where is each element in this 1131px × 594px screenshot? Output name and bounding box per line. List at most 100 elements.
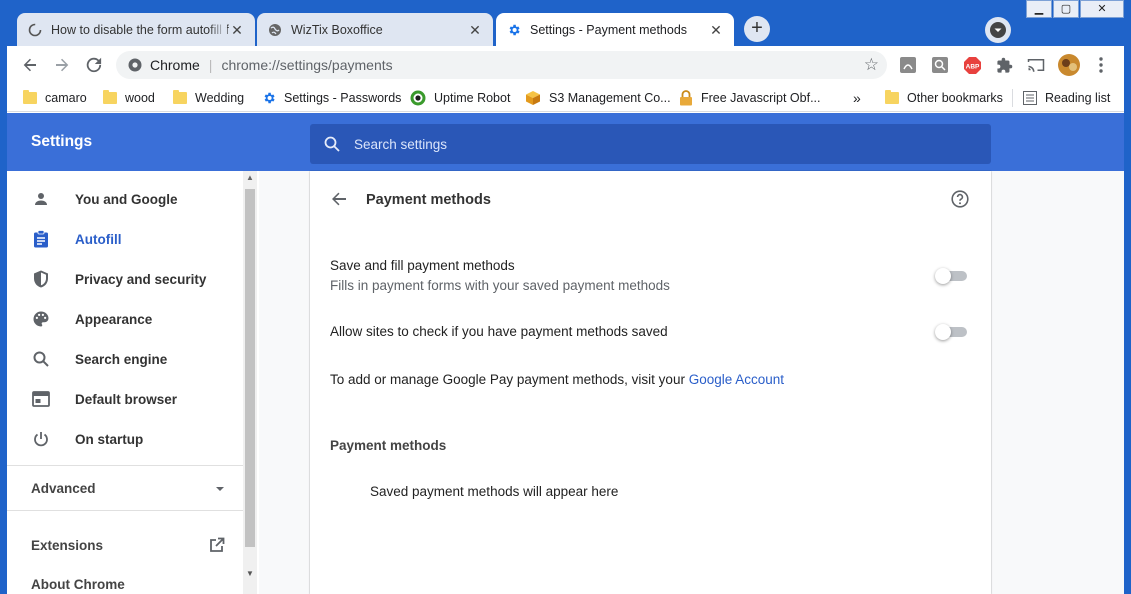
sidebar-item-you-and-google[interactable]: You and Google [7,179,241,219]
sidebar-item-label: On startup [75,431,144,447]
forward-button[interactable] [49,52,75,78]
sidebar-scrollbar[interactable]: ▲ ▼ [243,171,257,594]
profile-avatar[interactable] [1057,53,1081,77]
save-fill-toggle[interactable] [935,268,967,284]
scroll-up-arrow-icon[interactable]: ▲ [243,173,257,185]
sidebar-item-search-engine[interactable]: Search engine [7,339,241,379]
bookmark-uptime-robot[interactable]: Uptime Robot [410,89,510,107]
bookmark-s3-management[interactable]: S3 Management Co... [525,89,671,107]
svg-text:ABP: ABP [965,63,979,70]
maximize-button[interactable]: ▢ [1053,0,1079,18]
window-controls: ▁ ▢ ✕ [1025,0,1124,18]
aws-cube-icon [525,90,541,106]
address-bar[interactable]: Chrome | chrome://settings/payments ☆ [116,51,887,79]
bookmarks-overflow-button[interactable]: » [853,89,861,107]
person-icon [31,189,51,209]
sidebar-item-default-browser[interactable]: Default browser [7,379,241,419]
sidebar-item-label: Search engine [75,351,168,367]
sidebar-item-label: Privacy and security [75,271,207,287]
loading-icon [27,22,43,38]
menu-kebab-icon[interactable] [1091,55,1111,75]
google-account-link[interactable]: Google Account [689,372,784,387]
settings-title: Settings [31,133,93,150]
palette-icon [31,309,51,329]
back-to-autofill-button[interactable] [328,188,350,210]
cast-icon[interactable] [1026,55,1046,75]
shield-icon [31,269,51,289]
payment-methods-section-heading: Payment methods [330,438,447,453]
bookmark-wedding[interactable]: Wedding [173,89,244,107]
open-in-new-icon [210,537,225,552]
lock-icon [679,90,693,106]
toggle-knob [935,324,951,340]
reload-icon [86,57,102,73]
extensions-puzzle-icon[interactable] [994,55,1014,75]
sidebar-item-autofill[interactable]: Autofill [7,219,241,259]
caret-down-icon [216,486,224,491]
tab-settings-payment[interactable]: Settings - Payment methods ✕ [496,13,734,46]
scrollbar-thumb[interactable] [245,189,255,547]
tab-wiztix[interactable]: WizTix Boxoffice ✕ [257,13,493,46]
bookmark-other-bookmarks[interactable]: Other bookmarks [877,89,1003,107]
chevron-down-icon [990,22,1006,38]
new-tab-button[interactable]: + [744,16,770,42]
gear-icon [262,91,276,105]
tab-close-button[interactable]: ✕ [467,22,483,38]
sidebar-item-extensions[interactable]: Extensions [31,537,225,553]
globe-icon [267,22,283,38]
clipboard-icon [31,229,51,249]
chrome-icon [128,58,142,72]
pdf-extension-icon[interactable] [898,55,918,75]
tab-search-button[interactable] [985,17,1011,43]
tab-title: How to disable the form autofill f [51,22,229,37]
bookmark-free-javascript[interactable]: Free Javascript Obf... [679,89,820,107]
back-button[interactable] [17,52,43,78]
gear-icon [506,22,522,38]
power-icon [31,429,51,449]
payment-methods-card: Payment methods Save and fill payment me… [310,171,991,594]
bookmark-label: camaro [45,91,87,105]
folder-icon [103,90,117,104]
tab-title: Settings - Payment methods [530,22,688,37]
browser-window: How to disable the form autofill f ✕ Wiz… [0,0,1131,594]
bookmark-wood[interactable]: wood [103,89,155,107]
tab-close-button[interactable]: ✕ [708,22,724,38]
minimize-button[interactable]: ▁ [1026,0,1052,18]
settings-search-box[interactable] [310,124,991,164]
advanced-label: Advanced [31,481,96,496]
toggle-knob [935,268,951,284]
browser-icon [31,389,51,409]
sidebar-item-about-chrome[interactable]: About Chrome [31,577,125,592]
bookmark-settings-passwords[interactable]: Settings - Passwords [262,89,401,107]
close-window-button[interactable]: ✕ [1080,0,1124,18]
allow-sites-toggle[interactable] [935,324,967,340]
sidebar-divider [7,465,243,466]
bookmark-camaro[interactable]: camaro [23,89,87,107]
sidebar-advanced-toggle[interactable]: Advanced [31,481,225,496]
reload-button[interactable] [81,52,107,78]
help-button[interactable] [950,189,970,209]
allow-sites-title: Allow sites to check if you have payment… [330,324,668,339]
tab-close-button[interactable]: ✕ [229,22,245,38]
sidebar-item-privacy[interactable]: Privacy and security [7,259,241,299]
search-settings-input[interactable] [354,136,954,152]
tab-title: WizTix Boxoffice [291,22,383,37]
bookmark-label: wood [125,91,155,105]
tab-autofill-article[interactable]: How to disable the form autofill f ✕ [17,13,255,46]
forward-arrow-icon [56,58,69,72]
folder-icon [173,90,187,104]
scroll-down-arrow-icon[interactable]: ▼ [243,569,257,581]
tab-strip: How to disable the form autofill f ✕ Wiz… [7,0,1124,46]
search-icon [324,136,340,152]
magnifier-extension-icon[interactable] [930,55,950,75]
sidebar-item-label: Autofill [75,231,122,247]
adblock-plus-icon[interactable]: ABP [962,55,982,75]
bookmark-star-icon[interactable]: ☆ [864,55,879,75]
google-pay-text: To add or manage Google Pay payment meth… [330,372,685,387]
sidebar-divider [7,510,243,511]
reading-list-icon [1023,91,1037,105]
reading-list-button[interactable]: Reading list [1012,89,1110,107]
sidebar-item-appearance[interactable]: Appearance [7,299,241,339]
bookmark-label: Uptime Robot [434,91,511,105]
sidebar-item-on-startup[interactable]: On startup [7,419,241,459]
